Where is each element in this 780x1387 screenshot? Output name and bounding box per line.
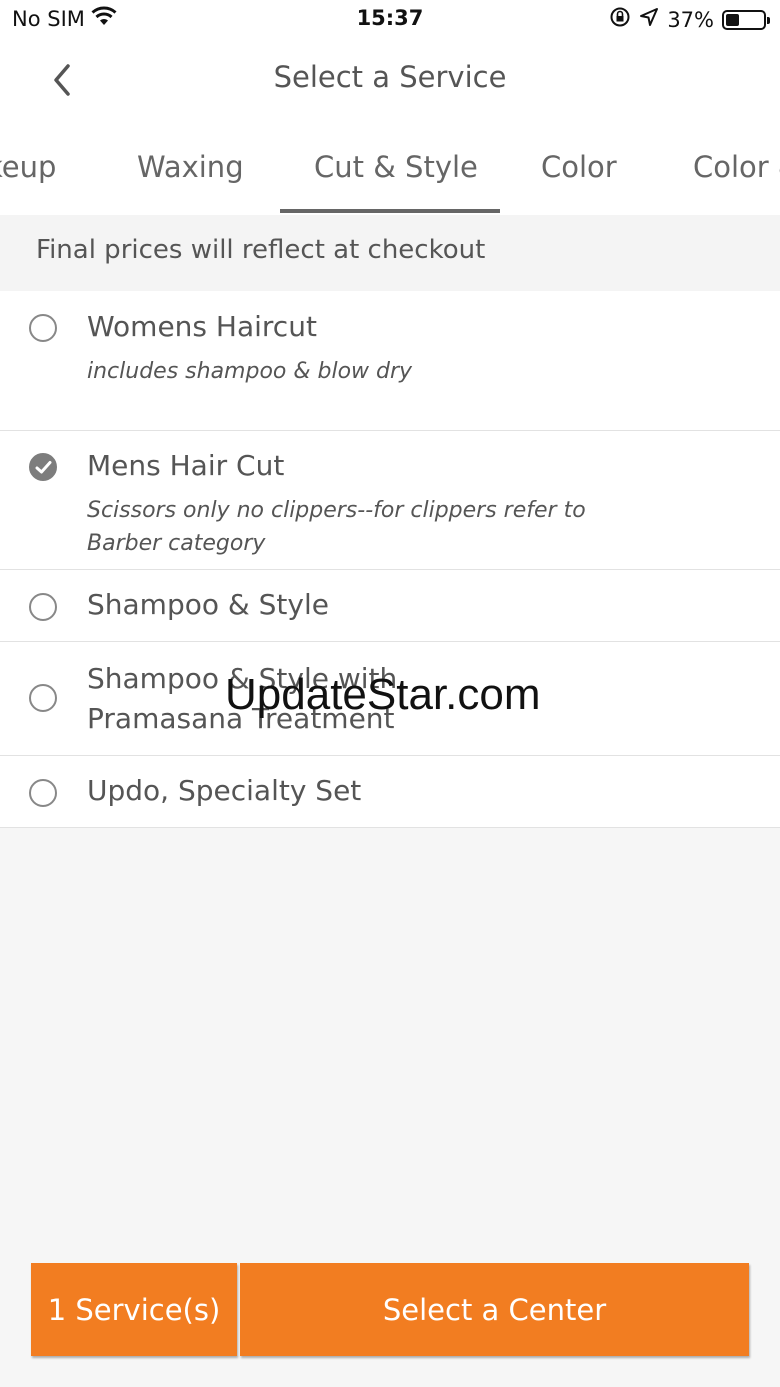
service-row-mens-hair-cut[interactable]: Mens Hair Cut Scissors only no clippers-… (0, 431, 780, 570)
service-title: Womens Haircut (87, 310, 317, 343)
tab-color-more[interactable]: Color & (693, 150, 780, 184)
price-notice: Final prices will reflect at checkout (0, 215, 780, 291)
category-tabs: keup Waxing Cut & Style Color Color & (0, 120, 780, 215)
service-row-updo-specialty-set[interactable]: Updo, Specialty Set (0, 756, 780, 828)
selected-services-count-button[interactable]: 1 Service(s) (31, 1263, 237, 1356)
battery-fill (726, 13, 739, 26)
battery-icon (722, 9, 770, 30)
service-title: Mens Hair Cut (87, 449, 285, 482)
radio-unchecked-icon[interactable] (29, 779, 57, 807)
service-row-shampoo-style[interactable]: Shampoo & Style (0, 570, 780, 642)
tab-makeup[interactable]: keup (0, 150, 56, 184)
battery-percent: 37% (667, 7, 714, 32)
tab-cut-and-style[interactable]: Cut & Style (314, 150, 478, 184)
service-list: Womens Haircut includes shampoo & blow d… (0, 291, 780, 828)
tab-color[interactable]: Color (541, 150, 617, 184)
service-subtitle: includes shampoo & blow dry (87, 359, 413, 384)
watermark: UpdateStar.com (225, 670, 541, 719)
page-title: Select a Service (273, 60, 507, 94)
active-tab-indicator (280, 209, 500, 213)
radio-checked-icon[interactable] (29, 453, 57, 481)
service-row-womens-haircut[interactable]: Womens Haircut includes shampoo & blow d… (0, 291, 780, 431)
status-right: 37% (609, 6, 770, 33)
radio-unchecked-icon[interactable] (29, 684, 57, 712)
nav-bar: Select a Service (0, 40, 780, 120)
tab-waxing[interactable]: Waxing (137, 150, 244, 184)
orientation-lock-icon (609, 6, 631, 33)
radio-unchecked-icon[interactable] (29, 314, 57, 342)
radio-unchecked-icon[interactable] (29, 593, 57, 621)
status-bar: No SIM 15:37 37% (0, 0, 780, 40)
location-arrow-icon (639, 7, 659, 32)
select-center-button[interactable]: Select a Center (240, 1263, 749, 1356)
service-title: Updo, Specialty Set (87, 774, 362, 807)
service-subtitle: Scissors only no clippers--for clippers … (87, 498, 586, 556)
service-title: Shampoo & Style (87, 588, 329, 621)
